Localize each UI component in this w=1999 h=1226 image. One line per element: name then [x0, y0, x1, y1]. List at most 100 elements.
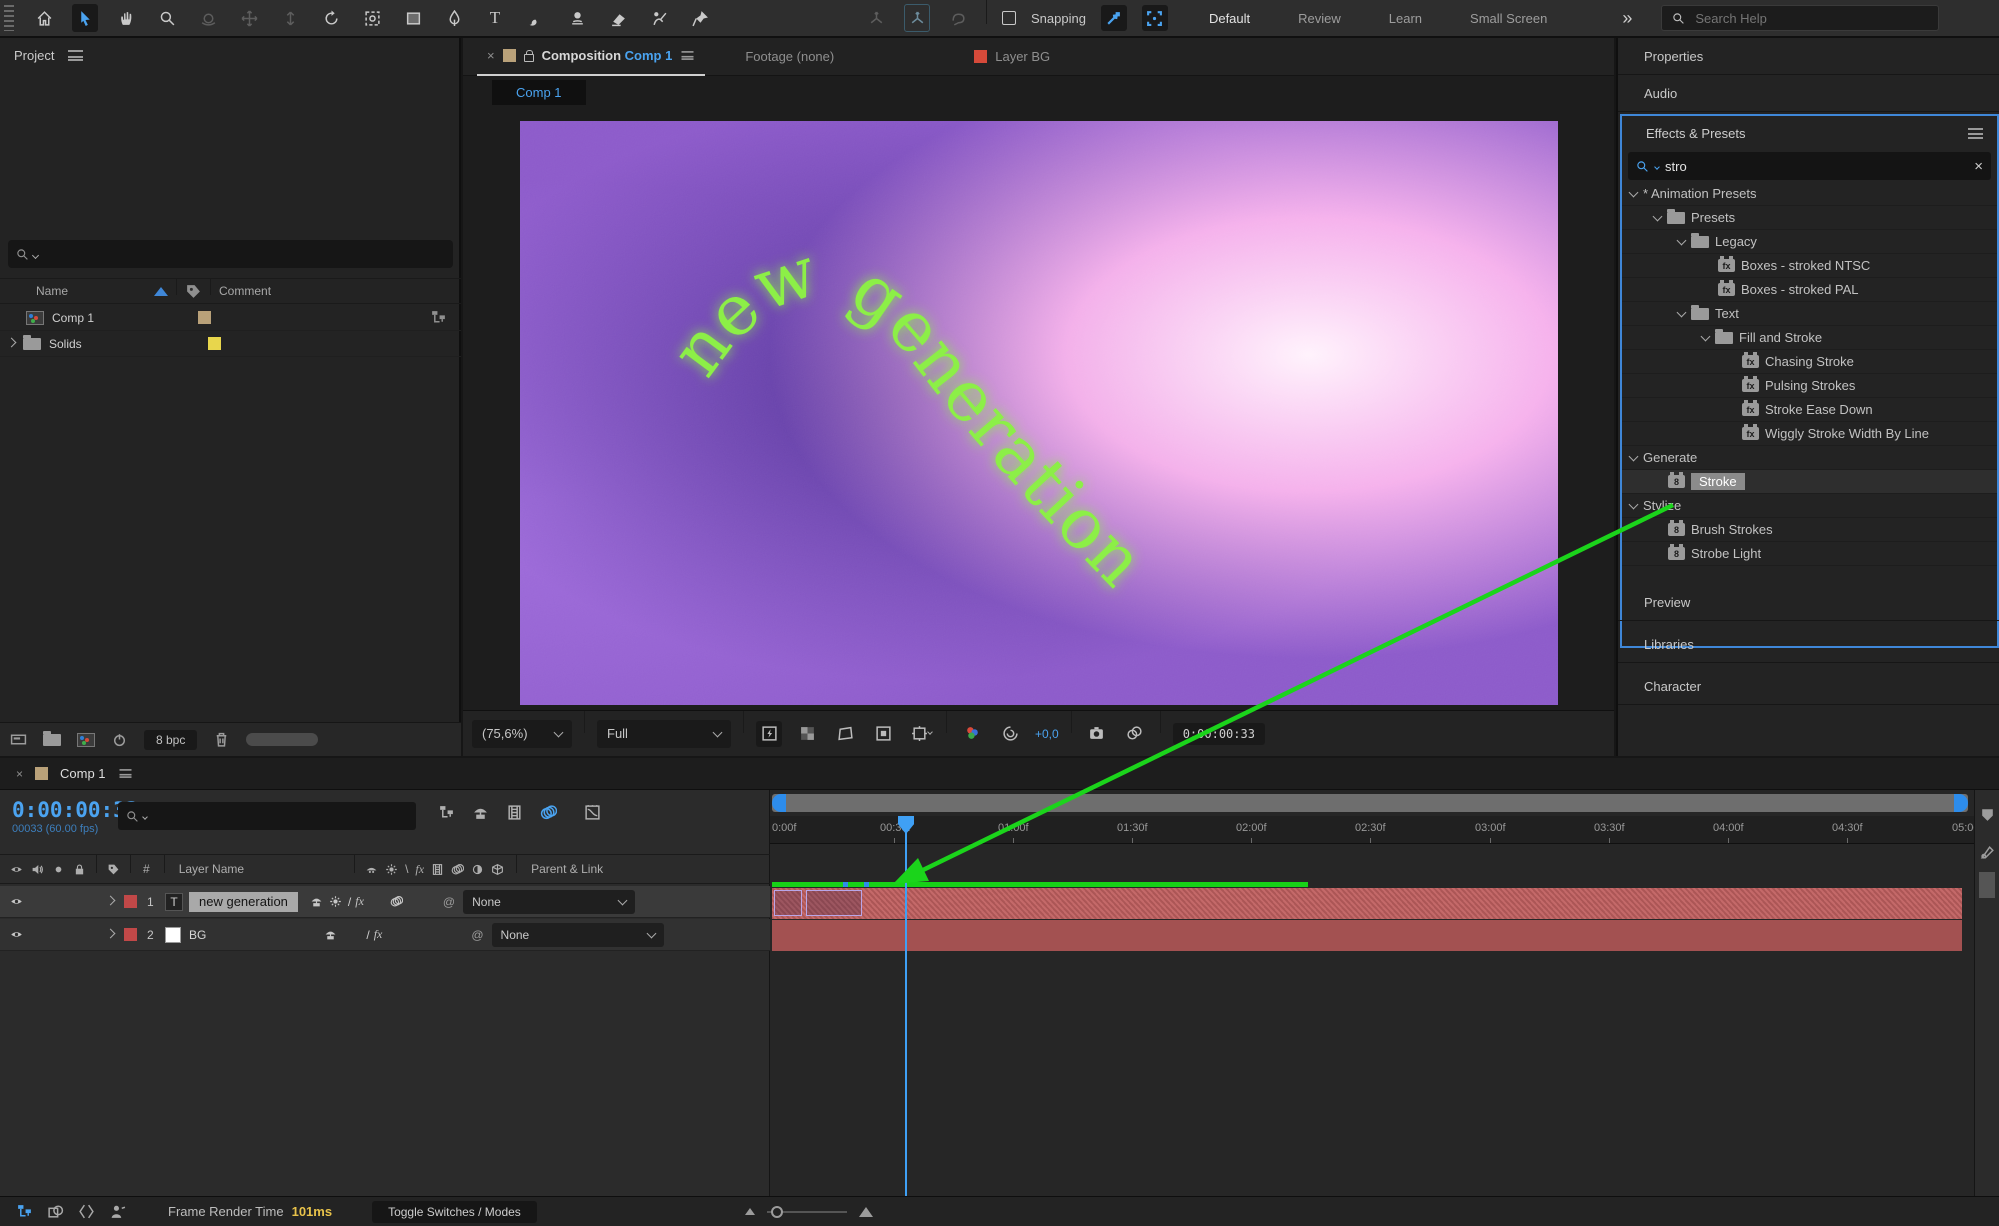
expand-layer-icon[interactable] [106, 928, 116, 938]
panel-audio[interactable]: Audio [1618, 75, 1999, 112]
puppet-pin-tool-icon[interactable] [687, 4, 713, 32]
tab-layer-bg[interactable]: Layer BG [974, 49, 1050, 64]
clear-search-icon[interactable]: × [1974, 158, 1983, 175]
panel-menu-icon[interactable] [119, 769, 131, 778]
home-icon[interactable] [31, 4, 57, 32]
audio-column-icon[interactable] [31, 863, 44, 876]
label-color-column-icon[interactable] [185, 283, 202, 300]
tree-preset-pulsing-strokes[interactable]: fxPulsing Strokes [1622, 374, 1997, 398]
pan-camera-tool-icon[interactable] [236, 4, 262, 32]
workspace-overflow-chevron[interactable]: » [1622, 8, 1632, 29]
zoom-out-mountain-icon[interactable] [745, 1208, 755, 1215]
draft-3d-icon[interactable] [472, 804, 489, 821]
transparency-grid-icon[interactable] [794, 721, 820, 747]
expand-collapse-icon[interactable] [78, 1203, 95, 1220]
frame-blending-icon[interactable] [506, 804, 523, 821]
layer-label-swatch[interactable] [124, 928, 137, 941]
column-number[interactable]: # [143, 862, 150, 876]
workspace-small-screen[interactable]: Small Screen [1470, 11, 1547, 26]
work-area-start-handle[interactable] [772, 794, 786, 812]
snapping-checkbox[interactable] [1002, 11, 1016, 25]
shy-toggle-icon[interactable] [310, 895, 323, 908]
layer-row-2[interactable]: 2 BG / fx @ None [0, 919, 770, 951]
layer-name[interactable]: BG [189, 928, 206, 942]
help-search-input[interactable] [1695, 11, 1895, 26]
layer-name[interactable]: new generation [189, 892, 298, 912]
column-name[interactable]: Name [36, 284, 68, 298]
parent-dropdown[interactable]: None [463, 890, 635, 914]
tree-presets-folder[interactable]: Presets [1622, 206, 1997, 230]
tab-composition[interactable]: × Composition Comp 1 [477, 38, 705, 76]
layer-in-handle[interactable] [774, 890, 802, 916]
tree-preset-boxes-pal[interactable]: fxBoxes - stroked PAL [1622, 278, 1997, 302]
zoom-in-mountain-icon[interactable] [859, 1207, 873, 1217]
type-tool-icon[interactable]: T [482, 4, 508, 32]
new-composition-icon[interactable] [77, 733, 95, 747]
project-search-box[interactable] [8, 240, 453, 268]
project-footer-scrollbar[interactable] [246, 733, 318, 746]
selection-tool-icon[interactable] [72, 4, 98, 32]
shy-column-icon[interactable] [365, 863, 378, 876]
column-comment[interactable]: Comment [219, 284, 271, 298]
zoom-slider-knob[interactable] [771, 1206, 783, 1218]
sort-ascending-icon[interactable] [154, 287, 168, 296]
snapshot-icon[interactable] [1084, 721, 1110, 747]
effects-search-box[interactable]: × [1628, 152, 1991, 180]
trash-icon[interactable] [213, 731, 230, 748]
video-column-icon[interactable] [10, 863, 23, 876]
composition-mini-flowchart-icon[interactable] [438, 804, 455, 821]
zoom-tool-icon[interactable] [154, 4, 180, 32]
layer-bar-2[interactable] [772, 920, 1962, 951]
new-folder-icon[interactable] [43, 734, 61, 746]
shy-toggle-icon[interactable] [324, 928, 337, 941]
close-icon[interactable]: × [487, 48, 495, 63]
tree-stylize-category[interactable]: Stylize [1622, 494, 1997, 518]
tree-preset-wiggly-stroke[interactable]: fxWiggly Stroke Width By Line [1622, 422, 1997, 446]
fast-preview-icon[interactable] [756, 721, 782, 747]
world-axis-mode-icon[interactable] [904, 4, 930, 32]
tree-preset-chasing-stroke[interactable]: fxChasing Stroke [1622, 350, 1997, 374]
column-layer-name[interactable]: Layer Name [179, 862, 244, 876]
timeline-tab-comp1[interactable]: Comp 1 [60, 766, 106, 781]
hand-tool-icon[interactable] [113, 4, 139, 32]
tree-legacy-folder[interactable]: Legacy [1622, 230, 1997, 254]
timeline-search-box[interactable] [118, 802, 416, 830]
toolbar-drag-handle[interactable] [4, 5, 14, 31]
project-settings-icon[interactable] [10, 731, 27, 748]
eye-icon[interactable] [10, 895, 23, 908]
magnification-dropdown[interactable]: (75,6%) [472, 720, 572, 748]
composition-nesting-icon[interactable] [16, 1203, 33, 1220]
camera-tool-icon[interactable] [359, 4, 385, 32]
motion-blur-column-icon[interactable] [451, 863, 464, 876]
fx-toggle[interactable]: fx [374, 927, 383, 942]
exposure-offset-value[interactable]: +0,0 [1035, 727, 1059, 741]
clone-stamp-tool-icon[interactable] [564, 4, 590, 32]
snap-to-features-icon[interactable] [1142, 5, 1168, 31]
lock-column-icon[interactable] [73, 863, 86, 876]
orbit-camera-tool-icon[interactable] [195, 4, 221, 32]
workspace-learn[interactable]: Learn [1389, 11, 1422, 26]
fx-toggle[interactable]: fx [355, 894, 364, 909]
dolly-camera-tool-icon[interactable] [277, 4, 303, 32]
channel-icon[interactable] [959, 721, 985, 747]
playhead-line[interactable] [905, 820, 907, 1196]
project-panel-menu-icon[interactable] [68, 50, 83, 61]
close-icon[interactable]: × [16, 767, 23, 781]
timeline-zoom-slider[interactable] [767, 1211, 847, 1213]
panel-libraries[interactable]: Libraries [1618, 626, 1999, 663]
layer-row-1[interactable]: 1 T new generation / fx @ None [0, 886, 770, 918]
effects-search-input[interactable] [1665, 159, 1945, 174]
layer-bar-1[interactable] [772, 888, 1962, 919]
tree-preset-stroke-ease-down[interactable]: fxStroke Ease Down [1622, 398, 1997, 422]
pick-whip-icon[interactable]: @ [443, 895, 455, 909]
toggle-switches-modes-button[interactable]: Toggle Switches / Modes [372, 1201, 537, 1223]
workspace-review[interactable]: Review [1298, 11, 1341, 26]
expand-layer-icon[interactable] [106, 895, 116, 905]
brush-tool-icon[interactable] [523, 4, 549, 32]
resolution-dropdown[interactable]: Full [597, 720, 731, 748]
panel-character[interactable]: Character [1618, 668, 1999, 705]
frame-blend-column-icon[interactable] [431, 863, 444, 876]
tree-generate-category[interactable]: Generate [1622, 446, 1997, 470]
graph-editor-icon[interactable] [584, 804, 601, 821]
rotation-tool-icon[interactable] [318, 4, 344, 32]
